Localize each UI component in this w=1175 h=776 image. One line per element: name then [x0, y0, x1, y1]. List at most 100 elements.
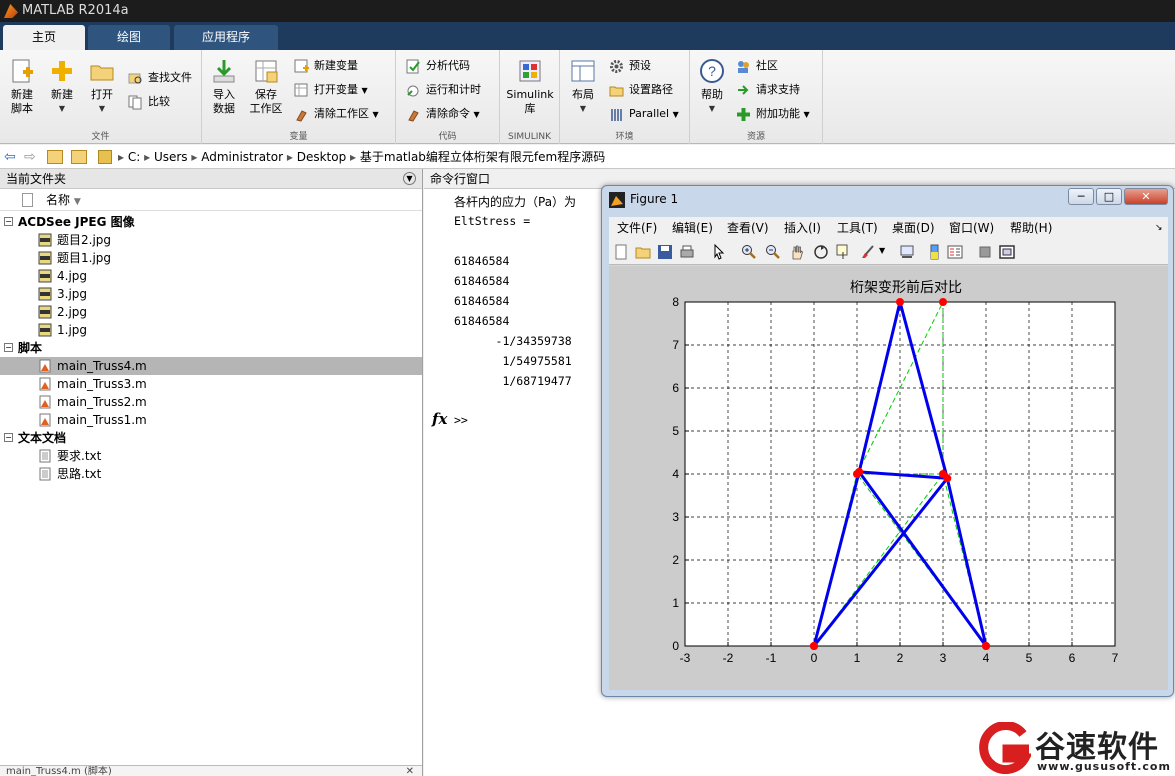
menu-dock-icon[interactable]: ↘ — [1155, 217, 1163, 239]
fx-icon[interactable]: fx — [432, 410, 447, 428]
save-icon[interactable] — [657, 244, 673, 260]
list-item[interactable]: 3.jpg — [0, 285, 422, 303]
command-prompt[interactable]: >> — [454, 413, 468, 427]
browse-folder-icon[interactable] — [71, 150, 87, 164]
list-item[interactable]: main_Truss3.m — [0, 375, 422, 393]
list-item[interactable]: main_Truss4.m — [0, 357, 422, 375]
find-files-button[interactable]: 查找文件 — [128, 68, 192, 88]
details-label: main_Truss4.m (脚本) — [6, 766, 112, 776]
pointer-icon[interactable] — [711, 244, 727, 260]
zoom-in-icon[interactable] — [741, 244, 757, 260]
hide-plot-tools-icon[interactable] — [977, 244, 993, 260]
parallel-button[interactable]: Parallel ▼ — [609, 104, 679, 124]
jpg-file-icon — [38, 269, 52, 283]
list-item[interactable]: main_Truss1.m — [0, 411, 422, 429]
list-item[interactable]: 2.jpg — [0, 303, 422, 321]
open-variable-button[interactable]: 打开变量 ▼ — [294, 80, 368, 100]
menu-view[interactable]: 查看(V) — [727, 217, 769, 239]
group-variable-label: 变量 — [289, 132, 308, 142]
run-and-time-button[interactable]: 运行和计时 — [406, 80, 481, 100]
breadcrumb-item[interactable]: 基于matlab编程立体桁架有限元fem程序源码 — [360, 150, 605, 164]
details-bar[interactable]: main_Truss4.m (脚本) ✕ — [0, 765, 422, 776]
list-item[interactable]: 4.jpg — [0, 267, 422, 285]
name-column-header[interactable]: 名称 ▼ — [0, 189, 422, 211]
data-cursor-icon[interactable] — [835, 244, 851, 260]
add-ons-button[interactable]: 附加功能 ▼ — [736, 104, 810, 124]
breadcrumb-item[interactable]: Administrator — [201, 150, 283, 164]
legend-icon[interactable] — [947, 244, 963, 260]
preferences-button[interactable]: 预设 — [609, 56, 651, 76]
jpg-file-icon — [38, 305, 52, 319]
panel-menu-icon[interactable]: ▼ — [403, 172, 416, 185]
menu-desktop[interactable]: 桌面(D) — [892, 217, 935, 239]
simulink-icon — [519, 60, 541, 82]
menu-help[interactable]: 帮助(H) — [1010, 217, 1052, 239]
minimize-button[interactable]: ─ — [1068, 188, 1094, 205]
details-toggle-icon[interactable]: ✕ — [406, 766, 414, 776]
maximize-button[interactable]: □ — [1096, 188, 1122, 205]
list-item[interactable]: 思路.txt — [0, 465, 422, 483]
import-data-button[interactable]: 导入 数据 — [204, 56, 244, 116]
layout-button[interactable]: 布局 ▼ — [563, 56, 603, 116]
new-figure-icon[interactable] — [613, 244, 629, 260]
colorbar-icon[interactable] — [927, 244, 943, 260]
open-file-icon[interactable] — [635, 244, 651, 260]
collapse-icon[interactable]: − — [4, 433, 13, 442]
zoom-out-icon[interactable] — [765, 244, 781, 260]
menu-tools[interactable]: 工具(T) — [837, 217, 878, 239]
menu-edit[interactable]: 编辑(E) — [672, 217, 713, 239]
back-arrow-icon[interactable]: ⇦ — [4, 145, 16, 169]
breadcrumb-item[interactable]: C: — [128, 150, 140, 164]
m-file-icon — [39, 395, 51, 409]
group-scripts[interactable]: − 脚本 — [0, 339, 422, 357]
breadcrumb-item[interactable]: Desktop — [297, 150, 347, 164]
clear-commands-button[interactable]: 清除命令 ▼ — [406, 104, 480, 124]
new-variable-button[interactable]: 新建变量 — [294, 56, 358, 76]
open-button[interactable]: 打开 ▼ — [82, 56, 122, 116]
simulink-library-button[interactable]: Simulink 库 — [505, 56, 555, 116]
clear-workspace-button[interactable]: 清除工作区 ▼ — [294, 104, 379, 124]
list-item[interactable]: 题目2.jpg — [0, 231, 422, 249]
compare-button[interactable]: 比较 — [128, 92, 170, 112]
pan-hand-icon[interactable] — [789, 244, 805, 260]
show-plot-tools-icon[interactable] — [999, 244, 1015, 260]
community-button[interactable]: 社区 — [736, 56, 778, 76]
breadcrumb-item[interactable]: Users — [154, 150, 188, 164]
figure-canvas[interactable]: 桁架变形前后对比 -3 -2 -1 0 1 2 3 4 5 6 7 0 1 2 3 4 5 6 7 8 — [609, 266, 1168, 690]
new-script-button[interactable]: 新建 脚本 — [2, 56, 42, 116]
list-item[interactable]: 题目1.jpg — [0, 249, 422, 267]
tab-home[interactable]: 主页 — [3, 25, 85, 50]
new-button[interactable]: 新建 ▼ — [42, 56, 82, 116]
list-item[interactable]: 要求.txt — [0, 447, 422, 465]
brush-icon[interactable] — [859, 244, 875, 260]
tab-apps[interactable]: 应用程序 — [174, 25, 278, 50]
menu-insert[interactable]: 插入(I) — [784, 217, 821, 239]
list-item[interactable]: 1.jpg — [0, 321, 422, 339]
group-jpeg[interactable]: − ACDSee JPEG 图像 — [0, 213, 422, 231]
print-icon[interactable] — [679, 244, 695, 260]
group-text-docs-label: 文本文档 — [18, 431, 67, 445]
group-text-docs[interactable]: − 文本文档 — [0, 429, 422, 447]
folder-icon — [90, 65, 114, 81]
list-item[interactable]: main_Truss2.m — [0, 393, 422, 411]
help-button[interactable]: ? 帮助 ▼ — [692, 56, 732, 116]
analyze-code-button[interactable]: 分析代码 — [406, 56, 470, 76]
close-button[interactable]: ✕ — [1124, 188, 1168, 205]
collapse-icon[interactable]: − — [4, 217, 13, 226]
request-support-button[interactable]: 请求支持 — [736, 80, 800, 100]
menu-window[interactable]: 窗口(W) — [949, 217, 994, 239]
collapse-icon[interactable]: − — [4, 343, 13, 352]
forward-arrow-icon[interactable]: ⇨ — [24, 145, 36, 169]
chevron-down-icon[interactable]: ▼ — [879, 246, 885, 255]
group-variable: 导入 数据 保存 工作区 新建变量 打开变量 ▼ 清除工作区 ▼ 变量 — [202, 50, 396, 144]
set-path-button[interactable]: 设置路径 — [609, 80, 673, 100]
save-workspace-button[interactable]: 保存 工作区 — [246, 56, 286, 116]
menu-file[interactable]: 文件(F) — [617, 217, 657, 239]
tab-plots[interactable]: 绘图 — [88, 25, 170, 50]
rotate-3d-icon[interactable] — [813, 244, 829, 260]
add-ons-icon — [737, 108, 750, 121]
truss-chart[interactable]: 桁架变形前后对比 -3 -2 -1 0 1 2 3 4 5 6 7 0 1 2 3 4 5 6 7 8 — [609, 266, 1168, 690]
output-line: 61846584 — [454, 274, 510, 288]
link-plot-icon[interactable] — [899, 244, 915, 260]
up-folder-icon[interactable] — [47, 150, 63, 164]
